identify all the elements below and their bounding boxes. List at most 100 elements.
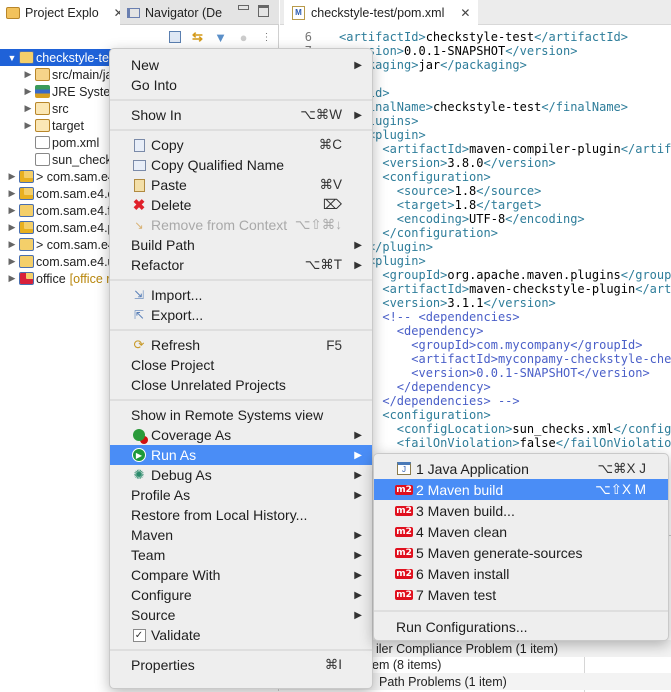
- refresh-icon: ⟳: [133, 337, 145, 352]
- menu-item-label: Restore from Local History...: [131, 507, 308, 523]
- menu-item-label: 1 Java Application: [416, 460, 529, 477]
- menu-item-build-path[interactable]: Build Path ▶: [110, 235, 372, 255]
- menu-item-go-into[interactable]: Go Into: [110, 75, 372, 95]
- menu-item-copy[interactable]: Copy ⌘C: [110, 135, 372, 155]
- menu-item-label: Maven: [131, 527, 174, 543]
- problem-row-label: em (8 items): [372, 657, 442, 672]
- maven-pom-icon: M: [292, 5, 305, 20]
- menu-item-source[interactable]: Source ▶: [110, 605, 372, 625]
- collapsed-arrow-icon[interactable]: ▶: [7, 205, 17, 216]
- shortcut-label: ⌥⌘T: [304, 257, 342, 272]
- m2-icon: m2: [395, 589, 413, 600]
- menu-item-compare-with[interactable]: Compare With ▶: [110, 565, 372, 585]
- close-icon[interactable]: ✕: [114, 6, 120, 20]
- package-folder-icon: [35, 68, 50, 81]
- maximize-icon[interactable]: [258, 5, 269, 17]
- menu-item-copy-qualified-name[interactable]: Copy Qualified Name: [110, 155, 372, 175]
- menu-item-coverage-as[interactable]: Coverage As ▶: [110, 425, 372, 445]
- menu-item-delete[interactable]: ✖ Delete ⌦: [110, 195, 372, 215]
- menu-item-refactor[interactable]: Refactor ⌥⌘T ▶: [110, 255, 372, 275]
- shortcut-label: ⌘I: [324, 657, 342, 672]
- collapsed-arrow-icon[interactable]: ▶: [23, 103, 33, 114]
- menu-item-label: 3 Maven build...: [416, 502, 515, 519]
- menu-item-properties[interactable]: Properties ⌘I: [110, 655, 372, 675]
- collapsed-arrow-icon[interactable]: ▶: [23, 86, 33, 97]
- submenu-item-6-maven-install[interactable]: m2 6 Maven install: [374, 563, 668, 584]
- menu-item-team[interactable]: Team ▶: [110, 545, 372, 565]
- collapsed-arrow-icon[interactable]: ▶: [23, 69, 33, 80]
- shortcut-label: ⌘V: [319, 177, 342, 192]
- shortcut-label: ⌥⌘W: [300, 107, 342, 122]
- submenu-arrow-icon: ▶: [354, 609, 362, 621]
- menu-item-close-project[interactable]: Close Project: [110, 355, 372, 375]
- run-as-submenu: J1 Java Application ⌥⌘X Jm2 2 Maven build ⌥…: [373, 453, 669, 641]
- menu-item-label: 6 Maven install: [416, 565, 510, 582]
- submenu-item-1-java-application[interactable]: J1 Java Application ⌥⌘X J: [374, 458, 668, 479]
- editor-tab-pom[interactable]: M checkstyle-test/pom.xml ✕: [284, 0, 479, 25]
- maven-project-error-icon: [19, 272, 34, 285]
- submenu-arrow-icon: ▶: [354, 589, 362, 601]
- menu-item-debug-as[interactable]: ✺ Debug As ▶: [110, 465, 372, 485]
- collapse-all-icon[interactable]: [167, 30, 182, 45]
- menu-item-import[interactable]: ⇲ Import...: [110, 285, 372, 305]
- menu-item-label: Show In: [131, 107, 182, 123]
- menu-item-paste[interactable]: Paste ⌘V: [110, 175, 372, 195]
- menu-item-label: Profile As: [131, 487, 191, 503]
- collapsed-arrow-icon[interactable]: ▶: [7, 222, 17, 233]
- submenu-arrow-icon: ▶: [354, 59, 362, 71]
- menu-item-close-unrelated-projects[interactable]: Close Unrelated Projects: [110, 375, 372, 395]
- collapsed-arrow-icon[interactable]: ▶: [7, 188, 17, 199]
- minimize-icon[interactable]: [238, 5, 249, 10]
- menu-item-refresh[interactable]: ⟳ Refresh F5: [110, 335, 372, 355]
- menu-separator: [374, 605, 668, 616]
- focus-icon[interactable]: ●: [236, 30, 251, 45]
- menu-item-export[interactable]: ⇱ Export...: [110, 305, 372, 325]
- import-icon: ⇲: [133, 288, 145, 302]
- menu-item-run-as[interactable]: ▶ Run As ▶: [110, 445, 372, 465]
- link-with-editor-icon[interactable]: ⇆: [190, 29, 205, 45]
- collapsed-arrow-icon[interactable]: ▶: [23, 120, 33, 131]
- menu-item-show-in[interactable]: Show In ⌥⌘W ▶: [110, 105, 372, 125]
- submenu-item-5-maven-generate-sources[interactable]: m2 5 Maven generate-sources: [374, 542, 668, 563]
- maven-pom-icon: [35, 136, 50, 149]
- collapsed-arrow-icon[interactable]: ▶: [7, 256, 17, 267]
- menu-item-label: Compare With: [131, 567, 221, 583]
- maven-project-warning-icon: [19, 187, 34, 200]
- menu-item-new[interactable]: New ▶: [110, 55, 372, 75]
- tree-item-decoration: [office r: [69, 271, 111, 286]
- menu-item-validate[interactable]: ✓ Validate: [110, 625, 372, 645]
- submenu-arrow-icon: ▶: [354, 449, 362, 461]
- menu-item-profile-as[interactable]: Profile As ▶: [110, 485, 372, 505]
- expanded-arrow-icon[interactable]: ▼: [7, 53, 17, 63]
- code-text: <failOnViolation>false</failOnViolatio: [396, 436, 671, 450]
- collapsed-arrow-icon[interactable]: ▶: [7, 239, 17, 250]
- collapsed-arrow-icon[interactable]: ▶: [7, 171, 17, 182]
- submenu-arrow-icon: ▶: [354, 489, 362, 501]
- code-text: <groupId>com.mycompany</groupId>: [411, 338, 643, 352]
- shortcut-label: ⌥⌘X J: [597, 460, 646, 476]
- submenu-item-2-maven-build[interactable]: m2 2 Maven build ⌥⇧X M: [374, 479, 668, 500]
- code-text: <artifactId>maven-checkstyle-plugin</art: [382, 282, 671, 296]
- tab-navigator[interactable]: Navigator (De: [121, 0, 231, 25]
- submenu-item-run-configurations[interactable]: Run Configurations...: [374, 616, 668, 637]
- menu-separator: [110, 325, 372, 335]
- menu-item-maven[interactable]: Maven ▶: [110, 525, 372, 545]
- folder-icon: [35, 102, 50, 115]
- menu-item-show-in-remote-systems-view[interactable]: Show in Remote Systems view: [110, 405, 372, 425]
- menu-item-configure[interactable]: Configure ▶: [110, 585, 372, 605]
- maven-project-icon: [19, 238, 34, 251]
- tab-project-explorer[interactable]: Project Explo ✕: [0, 0, 120, 26]
- submenu-arrow-icon: ▶: [354, 529, 362, 541]
- submenu-item-4-maven-clean[interactable]: m2 4 Maven clean: [374, 521, 668, 542]
- menu-item-label: Import...: [151, 287, 203, 303]
- menu-item-restore-from-local-history[interactable]: Restore from Local History...: [110, 505, 372, 525]
- submenu-item-7-maven-test[interactable]: m2 7 Maven test: [374, 584, 668, 605]
- collapsed-arrow-icon[interactable]: ▶: [7, 273, 17, 284]
- tree-item-label: com.sam.e4.p: [36, 220, 115, 235]
- view-menu-icon[interactable]: ⋮: [259, 30, 274, 45]
- menu-item-label: 2 Maven build: [416, 481, 504, 498]
- close-icon[interactable]: ✕: [460, 6, 470, 20]
- submenu-item-3-maven-build[interactable]: m2 3 Maven build...: [374, 500, 668, 521]
- code-text: <finalName>checkstyle-test</finalName>: [353, 100, 629, 114]
- filter-icon[interactable]: ▼: [213, 30, 228, 45]
